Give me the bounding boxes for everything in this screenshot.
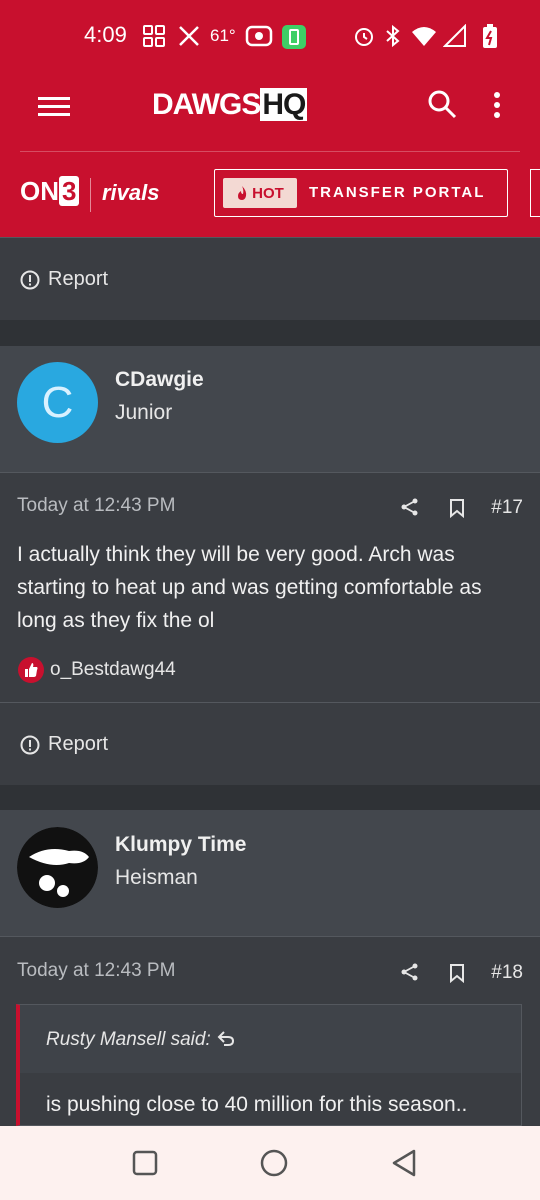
username[interactable]: CDawgie [115,368,204,392]
quote-text: is pushing close to 40 million for this … [46,1093,468,1116]
flame-icon [238,186,247,200]
post-time[interactable]: Today at 12:43 PM [17,960,175,982]
alarm-icon [355,28,373,46]
bluetooth-icon [386,24,400,48]
recents-icon[interactable] [131,1149,159,1177]
back-icon[interactable] [390,1148,418,1178]
alert-circle-icon [20,270,40,289]
avatar[interactable] [17,827,98,908]
hot-badge: HOT [223,178,297,208]
post-number[interactable]: #17 [491,497,523,519]
reaction-users[interactable]: o_Bestdawg44 [50,659,176,681]
logo-main: DAWGS [152,88,261,121]
report-button[interactable]: Report [20,733,108,756]
report-label: Report [48,733,109,755]
status-bar: 4:09 61° [0,0,540,72]
report-button[interactable]: Report [20,268,108,291]
divider [0,936,540,937]
on3-text: ON [20,176,59,206]
share-icon[interactable] [400,497,420,517]
report-label: Report [48,268,109,290]
site-logo[interactable]: DAWGSHQ [152,88,308,122]
username[interactable]: Klumpy Time [115,833,246,857]
post-number[interactable]: #18 [491,962,523,984]
like-reaction-icon[interactable] [17,656,45,684]
bookmark-icon[interactable] [449,963,465,983]
post-time[interactable]: Today at 12:43 PM [17,495,175,517]
divider [0,702,540,703]
transfer-portal-label: TRANSFER PORTAL [309,184,486,201]
on3-logo[interactable]: ON 3 [20,176,80,207]
battery-icon [483,24,497,48]
wifi-icon [412,27,436,46]
menu-icon[interactable] [38,95,70,119]
share-icon[interactable] [400,962,420,982]
rivals-logo[interactable]: rivals [102,180,160,206]
go-to-quote-icon[interactable] [216,1029,236,1049]
battery-saver-icon [282,25,306,49]
avatar-letter: C [41,377,74,427]
transfer-portal-button[interactable]: HOT TRANSFER PORTAL [214,169,508,217]
camera-cast-icon [245,25,273,47]
search-icon[interactable] [426,88,458,120]
user-rank: Junior [115,401,173,424]
bookmark-icon[interactable] [449,498,465,518]
post-body: I actually think they will be very good.… [17,543,482,632]
divider [0,472,540,473]
post-separator [0,320,540,346]
system-nav-bar [0,1126,540,1200]
status-time: 4:09 [84,22,127,47]
user-rank: Heisman [115,866,198,889]
quote-author[interactable]: Rusty Mansell said: [46,1029,211,1051]
on3-number: 3 [59,176,80,206]
more-options-icon[interactable] [492,90,502,122]
logo-hq: HQ [260,88,308,121]
quote-block: Rusty Mansell said: is pushing close to … [16,1004,522,1126]
post-separator [0,785,540,810]
x-app-icon [179,26,199,46]
widgets-icon [143,25,165,47]
brand-separator [90,178,91,212]
home-icon[interactable] [259,1148,289,1178]
weather-temp: 61° [210,26,236,45]
alert-circle-icon [20,735,40,754]
cell-signal-icon [443,24,466,47]
next-promo-edge[interactable] [530,169,540,217]
hot-label: HOT [252,184,284,202]
avatar[interactable]: C [17,362,98,443]
